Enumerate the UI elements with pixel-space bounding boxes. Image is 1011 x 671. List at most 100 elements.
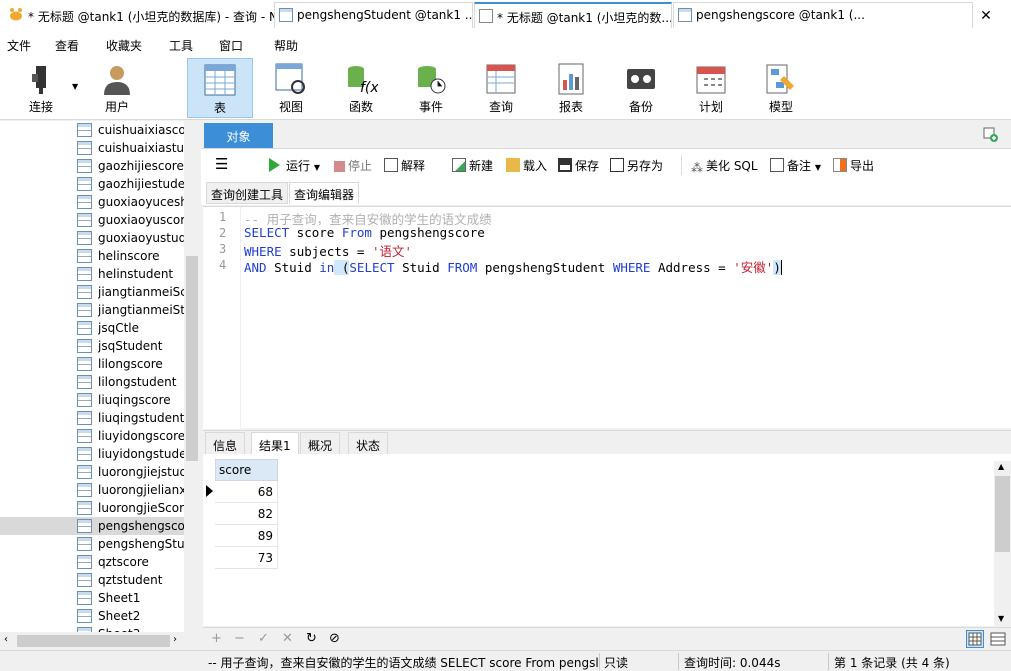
tree-item-table[interactable]: liuqingscore: [0, 391, 184, 409]
menu-file[interactable]: 文件: [7, 37, 31, 54]
tree-item-table[interactable]: Sheet1: [0, 589, 184, 607]
tree-item-table[interactable]: cuishuaixiascore: [0, 121, 184, 139]
tab-profile[interactable]: 概况: [300, 432, 341, 455]
menu-view[interactable]: 查看: [55, 37, 79, 54]
stop-load-icon[interactable]: ⊘: [329, 631, 340, 646]
table-cell[interactable]: 73: [215, 547, 278, 569]
tree-hscroll-thumb[interactable]: [17, 635, 170, 647]
sql-string: '安徽': [733, 260, 774, 275]
explain-button[interactable]: 解释: [384, 157, 425, 174]
tree-item-table[interactable]: Sheet2: [0, 607, 184, 625]
new-tab-icon[interactable]: [983, 127, 999, 143]
save-button[interactable]: 保存: [558, 157, 599, 174]
sql-keyword: From: [341, 225, 372, 240]
tree-item-table[interactable]: helinscore: [0, 247, 184, 265]
user-button[interactable]: 用户: [84, 58, 150, 118]
beautify-sql-button[interactable]: ⁂ 美化 SQL: [691, 157, 758, 175]
grid-scroll-thumb[interactable]: [995, 476, 1010, 552]
schedule-button[interactable]: 计划: [678, 58, 744, 118]
tree-item-table[interactable]: luorongjielianxi: [0, 481, 184, 499]
tree-item-table[interactable]: jsqCtle: [0, 319, 184, 337]
tree-item-table[interactable]: qztscore: [0, 553, 184, 571]
table-icon: [77, 159, 92, 173]
tree-item-table[interactable]: jsqStudent: [0, 337, 184, 355]
scroll-left-icon[interactable]: ‹: [4, 634, 8, 645]
tab-pengsheng-score[interactable]: pengshengscore @tank1 (...: [673, 2, 973, 28]
tab-untitled-query[interactable]: * 无标题 @tank1 (小坦克的数...: [474, 2, 672, 28]
tree-item-table[interactable]: jiangtianmeiStudent: [0, 301, 184, 319]
tab-status[interactable]: 状态: [348, 432, 389, 455]
tree-item-table[interactable]: liuyidongstudent: [0, 445, 184, 463]
tree-item-table[interactable]: liuyidongscore: [0, 427, 184, 445]
run-button[interactable]: 运行 ▼: [269, 157, 320, 174]
function-button[interactable]: f(x) 函数: [328, 58, 394, 118]
connect-button[interactable]: 连接: [8, 58, 74, 118]
apply-changes-icon[interactable]: ✓: [258, 631, 269, 646]
tab-query-editor[interactable]: 查询编辑器: [289, 182, 360, 204]
tree-item-table[interactable]: pengshengStudent: [0, 535, 184, 553]
tree-item-table[interactable]: lilongscore: [0, 355, 184, 373]
tree-item-table[interactable]: luorongjiejstudent: [0, 463, 184, 481]
table-cell[interactable]: 82: [215, 503, 278, 525]
tab-result-1[interactable]: 结果1: [251, 432, 299, 455]
sql-editor[interactable]: 1 2 3 4 -- 用子查询，查来自安徽的学生的语文成绩 SELECT sco…: [203, 206, 1011, 429]
tree-horizontal-scrollbar[interactable]: ‹ ›: [0, 632, 200, 650]
tree-item-table[interactable]: guoxiaoyuscore: [0, 211, 184, 229]
note-button[interactable]: 备注 ▼: [770, 157, 821, 174]
scroll-right-icon[interactable]: ›: [173, 634, 177, 645]
delete-record-icon[interactable]: −: [234, 631, 245, 646]
tab-objects[interactable]: 对象: [204, 123, 273, 148]
tree-item-table[interactable]: gaozhijiestudent: [0, 175, 184, 193]
stop-button[interactable]: 停止: [334, 157, 372, 174]
tree-item-table[interactable]: cuishuaixiastudent: [0, 139, 184, 157]
tree-item-label: jiangtianmeiScore: [98, 285, 184, 299]
save-as-button[interactable]: 另存为: [610, 157, 663, 174]
grid-navigator: + − ✓ ✕ ↻ ⊘: [203, 627, 1011, 649]
tab-info[interactable]: 信息: [205, 432, 246, 455]
menu-window[interactable]: 窗口: [219, 37, 243, 54]
backup-button[interactable]: 备份: [608, 58, 674, 118]
scroll-up-icon[interactable]: ▲: [998, 462, 1004, 471]
export-button[interactable]: 导出: [833, 157, 874, 174]
menu-favorites[interactable]: 收藏夹: [106, 37, 142, 54]
table-icon: [77, 375, 92, 389]
query-button[interactable]: 查询: [468, 58, 534, 118]
table-cell[interactable]: 68: [215, 481, 278, 503]
table-button[interactable]: 表: [187, 58, 253, 118]
hamburger-menu-icon[interactable]: ☰: [215, 155, 228, 173]
tree-item-table[interactable]: liuqingstudent: [0, 409, 184, 427]
menu-tools[interactable]: 工具: [169, 37, 193, 54]
scroll-down-icon[interactable]: ▼: [998, 614, 1004, 623]
column-header-score[interactable]: score: [215, 459, 278, 481]
load-button[interactable]: 载入: [506, 157, 547, 174]
model-button[interactable]: 模型: [748, 58, 814, 118]
tree-vertical-scrollbar[interactable]: [184, 121, 200, 632]
discard-changes-icon[interactable]: ✕: [282, 631, 293, 646]
tree-item-table[interactable]: jiangtianmeiScore: [0, 283, 184, 301]
tree-item-table[interactable]: guoxiaoyuceshi: [0, 193, 184, 211]
add-record-icon[interactable]: +: [211, 631, 222, 646]
tab-query-builder[interactable]: 查询创建工具: [206, 182, 289, 204]
grid-view-icon[interactable]: [966, 630, 984, 648]
new-button[interactable]: 新建: [452, 157, 493, 174]
report-button[interactable]: 报表: [538, 58, 604, 118]
connect-dropdown-icon[interactable]: ▼: [72, 82, 78, 91]
tree-item-table[interactable]: gaozhijiescore: [0, 157, 184, 175]
tree-item-table[interactable]: luorongjieScore: [0, 499, 184, 517]
tree-item-table[interactable]: qztstudent: [0, 571, 184, 589]
refresh-icon[interactable]: ↻: [306, 631, 317, 646]
tree-item-table[interactable]: helinstudent: [0, 265, 184, 283]
tree-item-table[interactable]: pengshengscore: [0, 517, 184, 535]
tree-item-label: gaozhijiestudent: [98, 177, 184, 191]
view-button[interactable]: 视图: [258, 58, 324, 118]
tree-scroll-thumb[interactable]: [186, 256, 198, 461]
event-button[interactable]: 事件: [398, 58, 464, 118]
tree-item-table[interactable]: guoxiaoyustudent: [0, 229, 184, 247]
run-dropdown-icon[interactable]: ▼: [314, 163, 320, 172]
table-cell[interactable]: 89: [215, 525, 278, 547]
tab-pengsheng-student[interactable]: pengshengStudent @tank1 ...: [274, 2, 473, 28]
form-view-icon[interactable]: [990, 631, 1006, 647]
note-dropdown-icon[interactable]: ▼: [815, 163, 821, 172]
menu-help[interactable]: 帮助: [274, 37, 298, 54]
tree-item-table[interactable]: lilongstudent: [0, 373, 184, 391]
